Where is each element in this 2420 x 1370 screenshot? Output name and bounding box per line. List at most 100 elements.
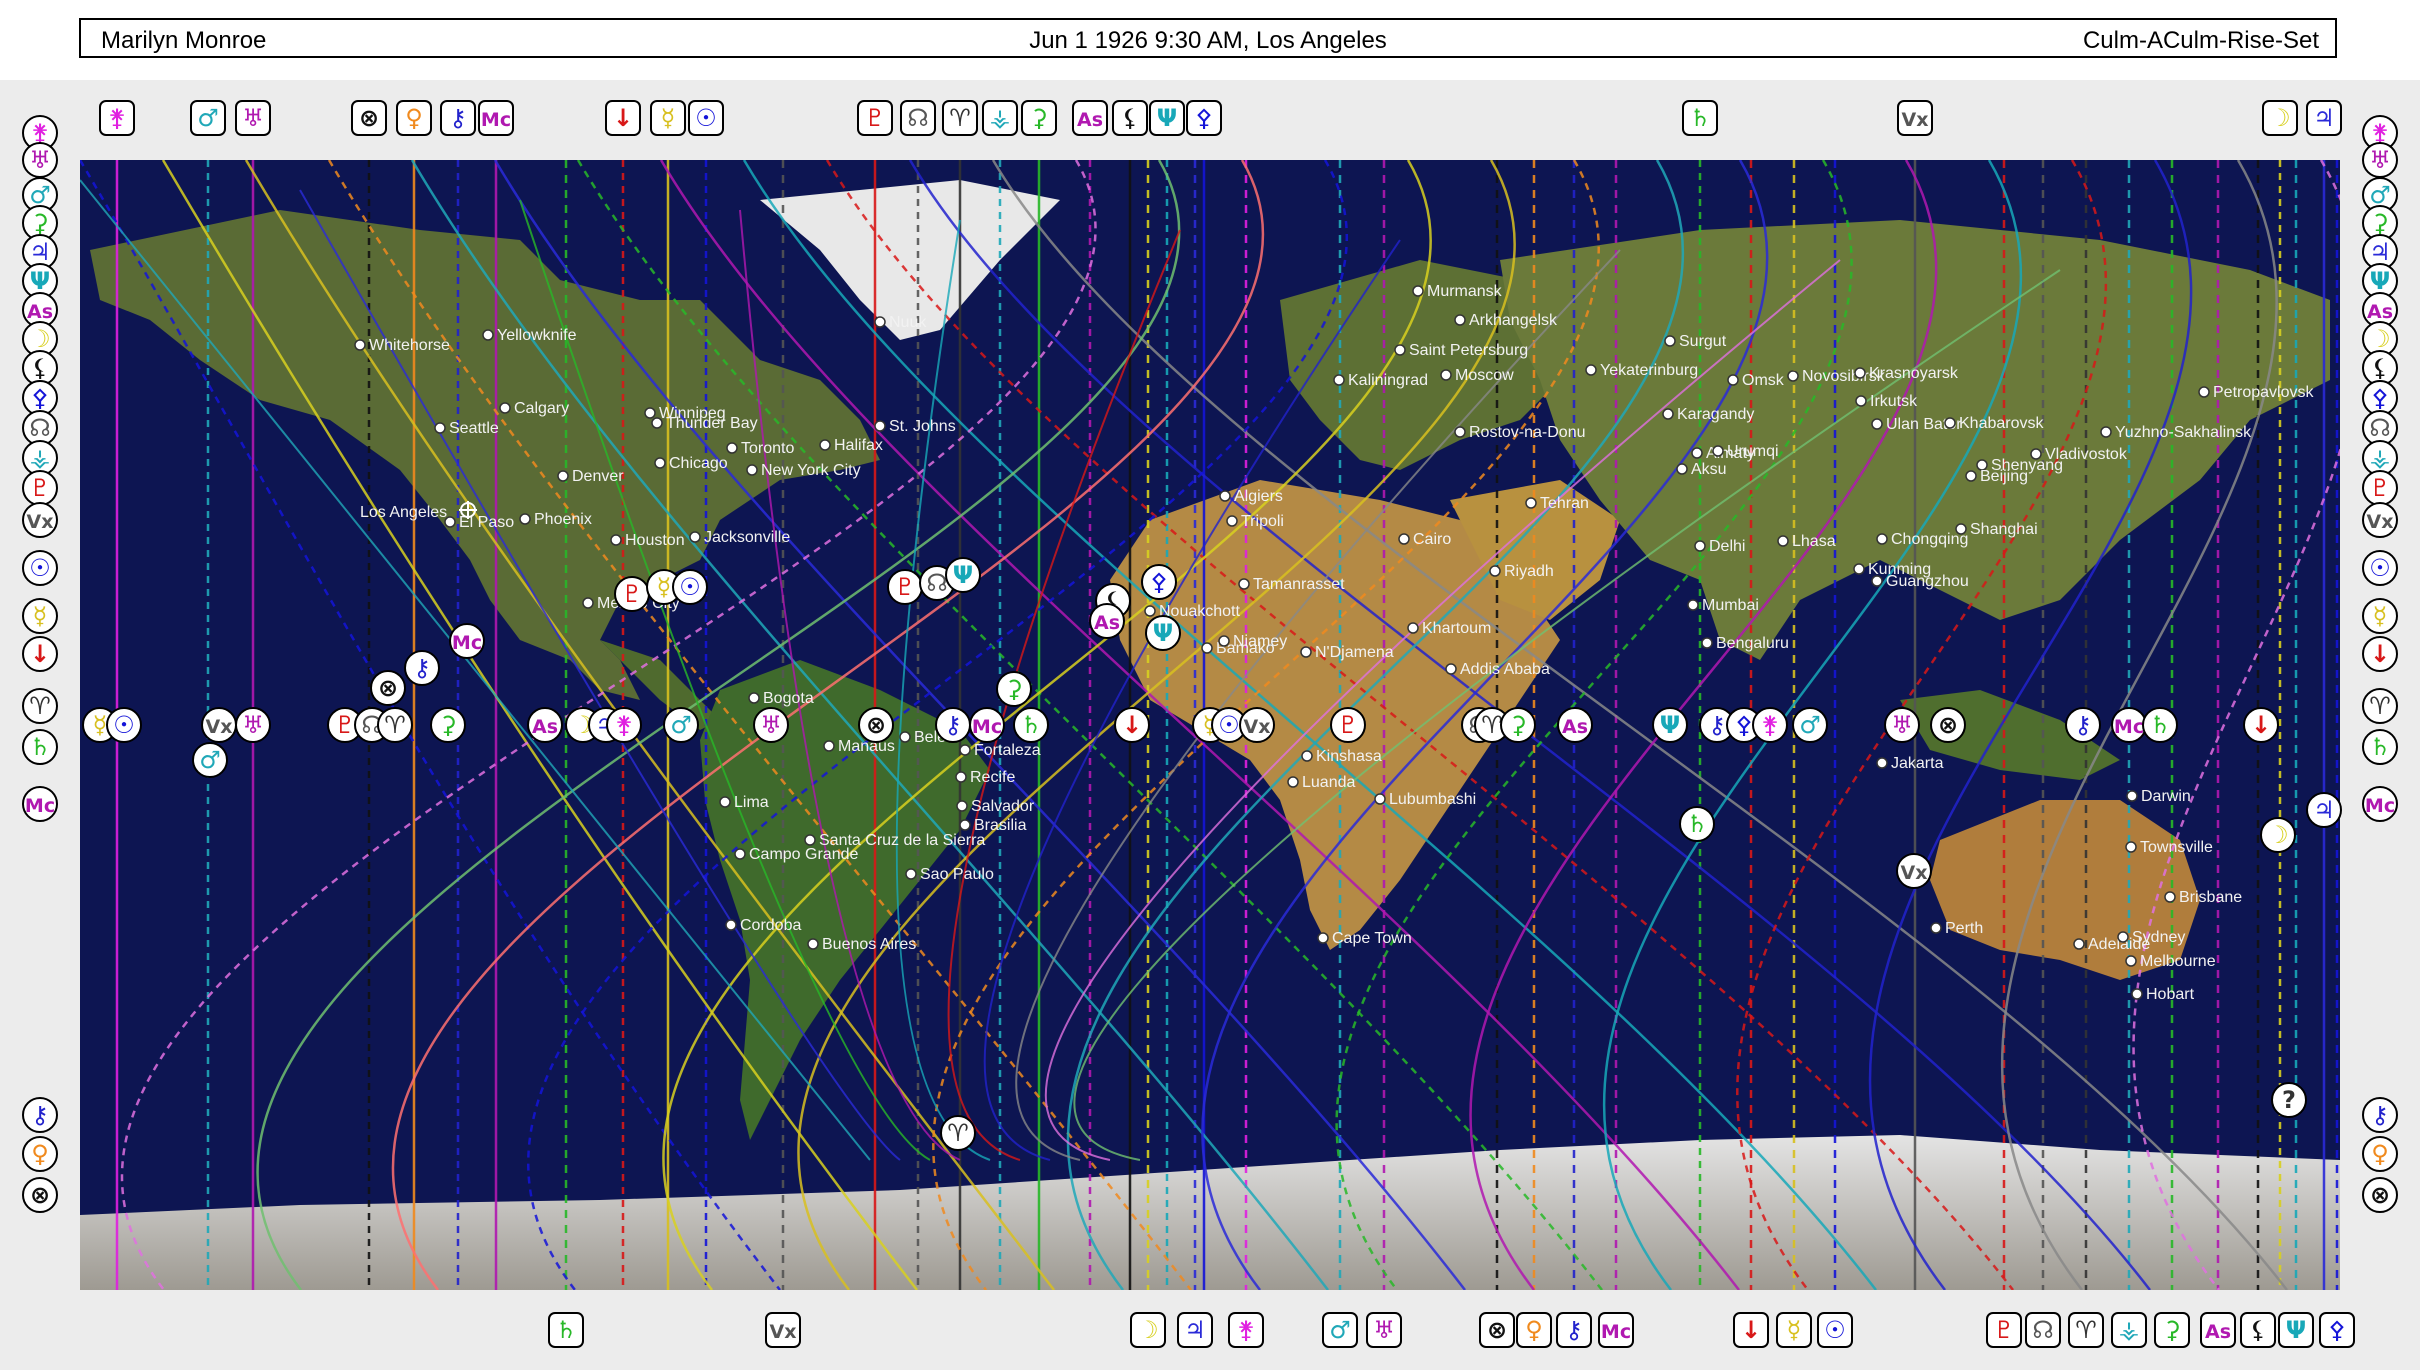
part-of-fortune-icon[interactable]: ⊗ [351, 100, 387, 136]
uranus-icon[interactable]: ♅ [22, 142, 58, 178]
midheaven-icon[interactable]: Mc [22, 786, 58, 822]
jupiter-icon[interactable]: ♃ [1177, 1312, 1213, 1348]
ceres-icon[interactable]: ⚳ [2154, 1312, 2190, 1348]
moon-icon[interactable]: ☽ [1130, 1312, 1166, 1348]
pallas-icon[interactable]: ⚴ [22, 380, 58, 416]
ascendant-icon[interactable]: As [527, 707, 563, 743]
saturn-icon[interactable]: ♄ [1013, 707, 1049, 743]
vesta-icon[interactable]: ⚶ [982, 100, 1018, 136]
part-of-fortune-icon[interactable]: ⊗ [1930, 707, 1966, 743]
vertex-icon[interactable]: Vx [1239, 707, 1275, 743]
south-node-arrow-icon[interactable]: ↓ [1733, 1312, 1769, 1348]
neptune-icon[interactable]: Ψ [1652, 707, 1688, 743]
venus-icon[interactable]: ♀ [2362, 1136, 2398, 1172]
neptune-icon[interactable]: Ψ [1145, 615, 1181, 651]
chiron-icon[interactable]: ⚷ [2065, 707, 2101, 743]
saturn-icon[interactable]: ♄ [548, 1312, 584, 1348]
sun-icon[interactable]: ☉ [672, 569, 708, 605]
vertex-icon[interactable]: Vx [1897, 100, 1933, 136]
midheaven-icon[interactable]: Mc [1598, 1312, 1634, 1348]
saturn-icon[interactable]: ♄ [22, 729, 58, 765]
ascendant-icon[interactable]: As [2200, 1312, 2236, 1348]
uranus-icon[interactable]: ♅ [235, 707, 271, 743]
lilith-icon[interactable]: ⚸ [22, 350, 58, 386]
ceres-icon[interactable]: ⚳ [430, 707, 466, 743]
chiron-icon[interactable]: ⚷ [1556, 1312, 1592, 1348]
vesta-icon[interactable]: ⚶ [2362, 440, 2398, 476]
marker-icon[interactable]: ? [2271, 1082, 2307, 1118]
saturn-icon[interactable]: ♄ [1679, 806, 1715, 842]
aries-point-icon[interactable]: ♈ [2068, 1312, 2104, 1348]
chiron-icon[interactable]: ⚷ [440, 100, 476, 136]
vesta-icon[interactable]: ⚶ [22, 440, 58, 476]
vertex-icon[interactable]: Vx [1896, 853, 1932, 889]
pluto-icon[interactable]: ♇ [2362, 470, 2398, 506]
lilith-icon[interactable]: ⚸ [2240, 1312, 2276, 1348]
part-of-fortune-icon[interactable]: ⊗ [1479, 1312, 1515, 1348]
mars-icon[interactable]: ♂ [1322, 1312, 1358, 1348]
moon-icon[interactable]: ☽ [2262, 100, 2298, 136]
ceres-icon[interactable]: ⚳ [1500, 707, 1536, 743]
sun-icon[interactable]: ☉ [2362, 550, 2398, 586]
juno-icon[interactable]: ⚵ [1752, 707, 1788, 743]
sun-icon[interactable]: ☉ [22, 550, 58, 586]
uranus-icon[interactable]: ♅ [2362, 142, 2398, 178]
midheaven-icon[interactable]: Mc [478, 100, 514, 136]
saturn-icon[interactable]: ♄ [2142, 707, 2178, 743]
pluto-icon[interactable]: ♇ [1986, 1312, 2022, 1348]
mercury-icon[interactable]: ☿ [650, 100, 686, 136]
aries-point-icon[interactable]: ♈ [2362, 688, 2398, 724]
ceres-icon[interactable]: ⚳ [996, 671, 1032, 707]
midheaven-icon[interactable]: Mc [2362, 786, 2398, 822]
pluto-icon[interactable]: ♇ [614, 576, 650, 612]
midheaven-icon[interactable]: Mc [449, 623, 485, 659]
aries-point-icon[interactable]: ♈ [22, 688, 58, 724]
sun-icon[interactable]: ☉ [106, 707, 142, 743]
mercury-icon[interactable]: ☿ [2362, 598, 2398, 634]
lilith-icon[interactable]: ⚸ [2362, 350, 2398, 386]
mars-icon[interactable]: ♂ [190, 100, 226, 136]
aries-point-icon[interactable]: ♈ [942, 100, 978, 136]
uranus-icon[interactable]: ♅ [1884, 707, 1920, 743]
vertex-icon[interactable]: Vx [765, 1312, 801, 1348]
saturn-icon[interactable]: ♄ [1682, 100, 1718, 136]
part-of-fortune-icon[interactable]: ⊗ [2362, 1177, 2398, 1213]
mars-icon[interactable]: ♂ [1792, 707, 1828, 743]
south-node-arrow-icon[interactable]: ↓ [2243, 707, 2279, 743]
mercury-icon[interactable]: ☿ [22, 598, 58, 634]
south-node-arrow-icon[interactable]: ↓ [22, 636, 58, 672]
uranus-icon[interactable]: ♅ [1366, 1312, 1402, 1348]
sun-icon[interactable]: ☉ [1817, 1312, 1853, 1348]
saturn-icon[interactable]: ♄ [2362, 729, 2398, 765]
venus-icon[interactable]: ♀ [1516, 1312, 1552, 1348]
south-node-arrow-icon[interactable]: ↓ [2362, 636, 2398, 672]
pluto-icon[interactable]: ♇ [1330, 707, 1366, 743]
midheaven-icon[interactable]: Mc [2111, 707, 2147, 743]
part-of-fortune-icon[interactable]: ⊗ [370, 670, 406, 706]
ascendant-icon[interactable]: As [1089, 603, 1125, 639]
venus-icon[interactable]: ♀ [22, 1136, 58, 1172]
uranus-icon[interactable]: ♅ [753, 707, 789, 743]
ascendant-icon[interactable]: As [1072, 100, 1108, 136]
part-of-fortune-icon[interactable]: ⊗ [22, 1177, 58, 1213]
venus-icon[interactable]: ♀ [396, 100, 432, 136]
aries-point-icon[interactable]: ♈ [940, 1115, 976, 1151]
jupiter-icon[interactable]: ♃ [2306, 100, 2342, 136]
vertex-icon[interactable]: Vx [201, 707, 237, 743]
aries-point-icon[interactable]: ♈ [377, 707, 413, 743]
juno-icon[interactable]: ⚵ [99, 100, 135, 136]
mars-icon[interactable]: ♂ [192, 742, 228, 778]
north-node-icon[interactable]: ☊ [900, 100, 936, 136]
ceres-icon[interactable]: ⚳ [1021, 100, 1057, 136]
pallas-icon[interactable]: ⚴ [1186, 100, 1222, 136]
pallas-icon[interactable]: ⚴ [1141, 564, 1177, 600]
vesta-icon[interactable]: ⚶ [2111, 1312, 2147, 1348]
moon-icon[interactable]: ☽ [2260, 817, 2296, 853]
pluto-icon[interactable]: ♇ [887, 569, 923, 605]
part-of-fortune-icon[interactable]: ⊗ [858, 707, 894, 743]
south-node-arrow-icon[interactable]: ↓ [605, 100, 641, 136]
uranus-icon[interactable]: ♅ [235, 100, 271, 136]
chiron-icon[interactable]: ⚷ [404, 650, 440, 686]
ascendant-icon[interactable]: As [1557, 707, 1593, 743]
chiron-icon[interactable]: ⚷ [935, 707, 971, 743]
